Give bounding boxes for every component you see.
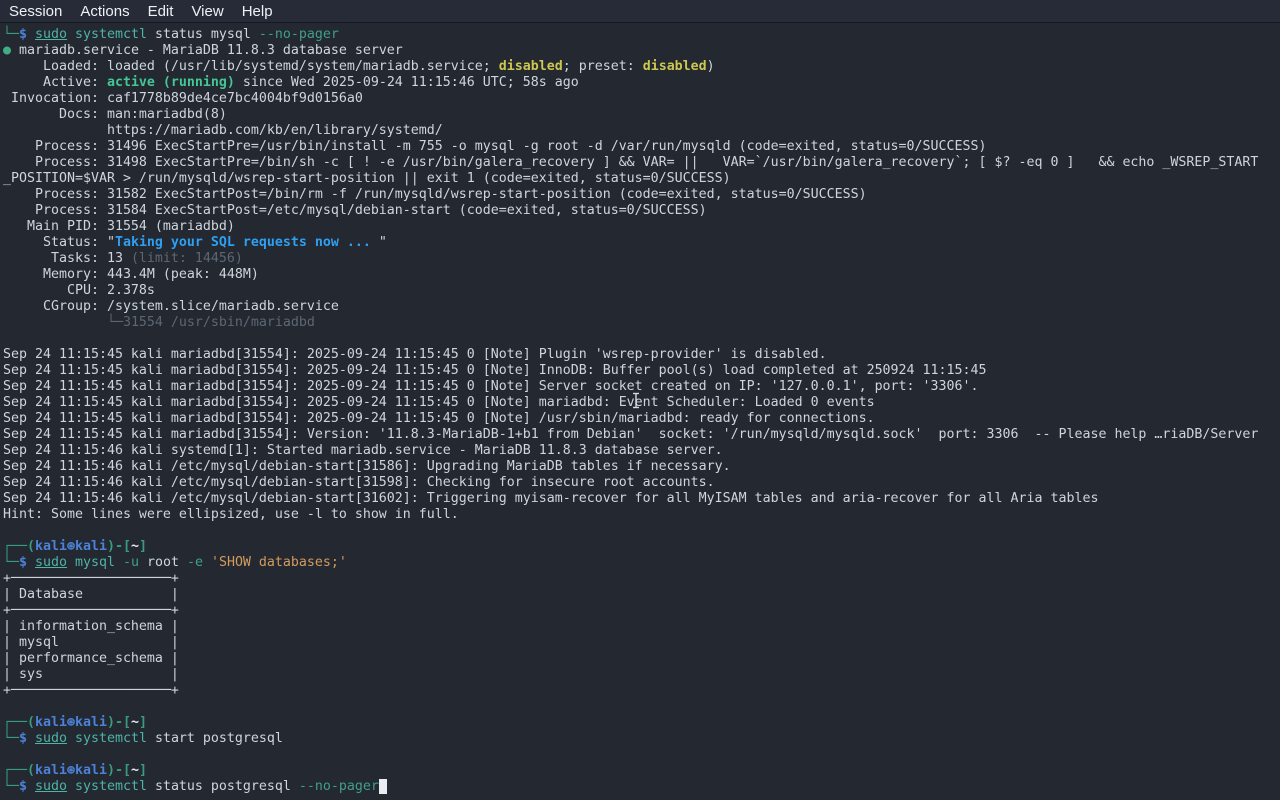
terminal-line: _POSITION=$VAR > /run/mysqld/wsrep-start… [3,171,1280,187]
terminal-line: └─$ sudo systemctl status mysql --no-pag… [3,27,1280,43]
terminal-line: | sys | [3,667,1280,683]
terminal-line: Process: 31582 ExecStartPost=/bin/rm -f … [3,187,1280,203]
terminal-line: Sep 24 11:15:45 kali mariadbd[31554]: 20… [3,411,1280,427]
terminal-line: | mysql | [3,635,1280,651]
terminal-line: +────────────────────+ [3,571,1280,587]
terminal-line [3,747,1280,763]
terminal-line: Sep 24 11:15:45 kali mariadbd[31554]: 20… [3,363,1280,379]
terminal-line: Status: "Taking your SQL requests now ..… [3,235,1280,251]
terminal-line: | performance_schema | [3,651,1280,667]
menu-item-help[interactable]: Help [233,2,282,21]
terminal-line [3,331,1280,347]
terminal-line: └─31554 /usr/sbin/mariadbd [3,315,1280,331]
terminal-line: Active: active (running) since Wed 2025-… [3,75,1280,91]
terminal-line [3,699,1280,715]
terminal-line: CPU: 2.378s [3,283,1280,299]
terminal-line: ┌──(kali⊛kali)-[~] [3,763,1280,779]
terminal-line: └─$ sudo systemctl start postgresql [3,731,1280,747]
terminal-line: +────────────────────+ [3,603,1280,619]
text-cursor [379,779,387,794]
terminal-line: Sep 24 11:15:45 kali mariadbd[31554]: Ve… [3,427,1280,443]
terminal-line: ┌──(kali⊛kali)-[~] [3,539,1280,555]
terminal-line: https://mariadb.com/kb/en/library/system… [3,123,1280,139]
terminal-line: ┌──(kali⊛kali)-[~] [3,715,1280,731]
menu-bar: SessionActionsEditViewHelp [0,0,1280,23]
terminal-line: | Database | [3,587,1280,603]
terminal-line: +────────────────────+ [3,683,1280,699]
menu-item-session[interactable]: Session [0,2,71,21]
terminal-line: Sep 24 11:15:45 kali mariadbd[31554]: 20… [3,395,1280,411]
terminal-line: Main PID: 31554 (mariadbd) [3,219,1280,235]
terminal-line: CGroup: /system.slice/mariadb.service [3,299,1280,315]
terminal-line: Sep 24 11:15:45 kali mariadbd[31554]: 20… [3,379,1280,395]
terminal-line: └─$ sudo mysql -u root -e 'SHOW database… [3,555,1280,571]
terminal-line: | information_schema | [3,619,1280,635]
terminal-line [3,523,1280,539]
terminal-line: Sep 24 11:15:46 kali /etc/mysql/debian-s… [3,459,1280,475]
terminal-line: Process: 31496 ExecStartPre=/usr/bin/ins… [3,139,1280,155]
terminal-line: Tasks: 13 (limit: 14456) [3,251,1280,267]
terminal-line: Sep 24 11:15:46 kali /etc/mysql/debian-s… [3,475,1280,491]
terminal-line: Sep 24 11:15:46 kali /etc/mysql/debian-s… [3,491,1280,507]
terminal-line: Docs: man:mariadbd(8) [3,107,1280,123]
terminal-line: Process: 31498 ExecStartPre=/bin/sh -c [… [3,155,1280,171]
menu-item-view[interactable]: View [182,2,232,21]
terminal-line: ● mariadb.service - MariaDB 11.8.3 datab… [3,43,1280,59]
terminal-line: └─$ sudo systemctl status postgresql --n… [3,779,1280,795]
terminal-line: Sep 24 11:15:45 kali mariadbd[31554]: 20… [3,347,1280,363]
terminal-screen[interactable]: └─$ sudo systemctl status mysql --no-pag… [0,23,1280,800]
terminal-line: Sep 24 11:15:46 kali systemd[1]: Started… [3,443,1280,459]
menu-item-edit[interactable]: Edit [139,2,183,21]
terminal-line: Loaded: loaded (/usr/lib/systemd/system/… [3,59,1280,75]
terminal-line: Memory: 443.4M (peak: 448M) [3,267,1280,283]
terminal-line: Process: 31584 ExecStartPost=/etc/mysql/… [3,203,1280,219]
menu-item-actions[interactable]: Actions [71,2,138,21]
terminal-line: Hint: Some lines were ellipsized, use -l… [3,507,1280,523]
terminal-line: Invocation: caf1778b89de4ce7bc4004bf9d01… [3,91,1280,107]
